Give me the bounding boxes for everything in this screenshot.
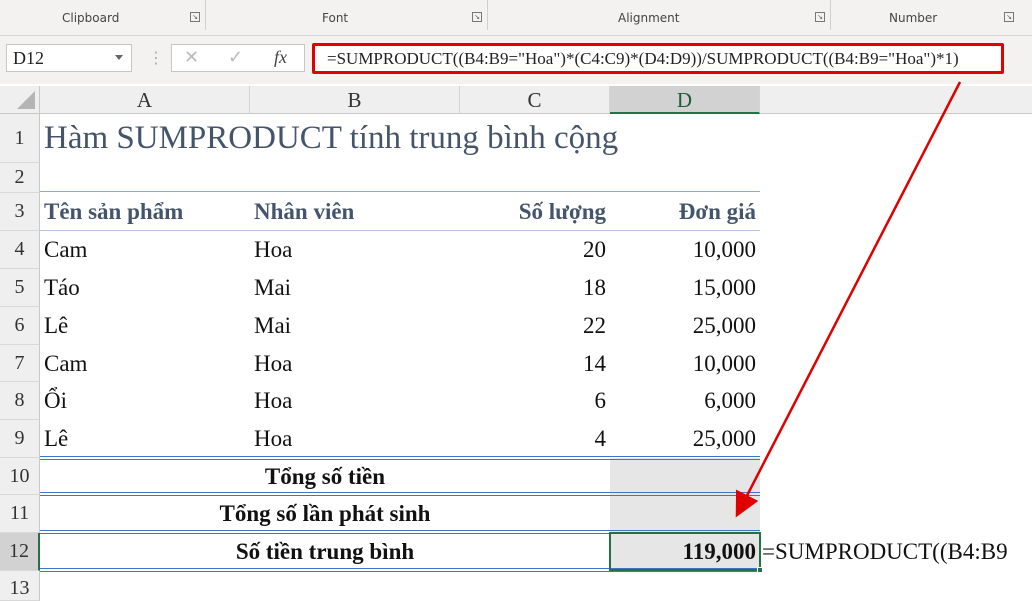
annotation-arrow [735, 81, 962, 518]
arrow-line [735, 81, 962, 518]
